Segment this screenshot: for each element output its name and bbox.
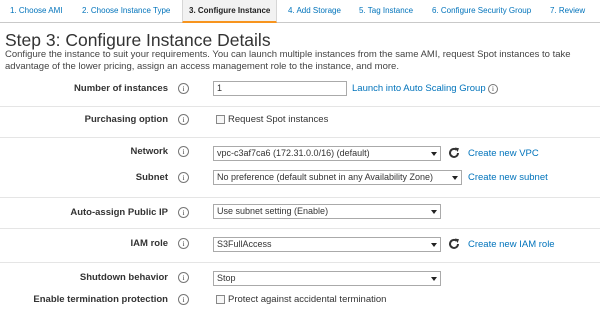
termination-protection-label: Enable termination protection xyxy=(33,294,168,305)
chevron-down-icon xyxy=(431,152,437,156)
purchasing-option-info-icon[interactable]: i xyxy=(178,114,189,125)
launch-auto-scaling-link[interactable]: Launch into Auto Scaling Group xyxy=(352,83,486,94)
subnet-info-icon[interactable]: i xyxy=(178,172,189,183)
tab-add-storage[interactable]: 4. Add Storage xyxy=(288,0,341,23)
row-divider xyxy=(0,106,600,107)
iam-role-select-value: S3FullAccess xyxy=(217,239,272,249)
network-label: Network xyxy=(130,146,168,157)
subnet-label: Subnet xyxy=(135,172,168,183)
tab-configure-instance[interactable]: 3. Configure Instance xyxy=(182,0,278,23)
termination-protection-checkbox[interactable] xyxy=(216,295,225,304)
row-divider xyxy=(0,228,600,229)
wizard-tabs: 1. Choose AMI 2. Choose Instance Type 3.… xyxy=(0,0,600,23)
shutdown-select-value: Stop xyxy=(217,273,236,283)
auto-scaling-info-icon[interactable]: i xyxy=(488,84,498,94)
tab-tag-instance[interactable]: 5. Tag Instance xyxy=(359,0,413,23)
purchasing-option-label: Purchasing option xyxy=(84,114,168,125)
public-ip-select[interactable]: Use subnet setting (Enable) xyxy=(213,204,441,219)
tab-configure-security-group[interactable]: 6. Configure Security Group xyxy=(432,0,531,23)
create-new-vpc-link[interactable]: Create new VPC xyxy=(468,148,539,159)
chevron-down-icon xyxy=(431,210,437,214)
subnet-select-value: No preference (default subnet in any Ava… xyxy=(217,172,433,182)
row-divider xyxy=(0,197,600,198)
row-divider xyxy=(0,137,600,138)
chevron-down-icon xyxy=(431,277,437,281)
network-select-value: vpc-c3af7ca6 (172.31.0.0/16) (default) xyxy=(217,148,370,158)
network-select[interactable]: vpc-c3af7ca6 (172.31.0.0/16) (default) xyxy=(213,146,441,161)
network-info-icon[interactable]: i xyxy=(178,146,189,157)
iam-role-info-icon[interactable]: i xyxy=(178,238,189,249)
termination-protection-checkbox-label: Protect against accidental termination xyxy=(228,294,387,305)
row-divider xyxy=(0,262,600,263)
chevron-down-icon xyxy=(452,176,458,180)
subnet-select[interactable]: No preference (default subnet in any Ava… xyxy=(213,170,462,185)
page-description: Configure the instance to suit your requ… xyxy=(5,49,571,72)
shutdown-behavior-label: Shutdown behavior xyxy=(79,272,168,283)
auto-assign-public-ip-label: Auto-assign Public IP xyxy=(70,207,168,218)
iam-role-label: IAM role xyxy=(130,238,168,249)
page-title: Step 3: Configure Instance Details xyxy=(5,30,271,50)
tab-choose-ami[interactable]: 1. Choose AMI xyxy=(10,0,62,23)
tab-choose-instance-type[interactable]: 2. Choose Instance Type xyxy=(82,0,170,23)
public-ip-select-value: Use subnet setting (Enable) xyxy=(217,206,329,216)
tab-review[interactable]: 7. Review xyxy=(550,0,585,23)
create-new-iam-role-link[interactable]: Create new IAM role xyxy=(468,239,555,250)
number-of-instances-label: Number of instances xyxy=(74,83,168,94)
request-spot-checkbox[interactable] xyxy=(216,115,225,124)
chevron-down-icon xyxy=(431,243,437,247)
number-of-instances-info-icon[interactable]: i xyxy=(178,83,189,94)
number-of-instances-input[interactable]: 1 xyxy=(213,81,347,96)
refresh-icon[interactable] xyxy=(447,237,461,251)
shutdown-behavior-select[interactable]: Stop xyxy=(213,271,441,286)
iam-role-select[interactable]: S3FullAccess xyxy=(213,237,441,252)
request-spot-label: Request Spot instances xyxy=(228,114,329,125)
shutdown-info-icon[interactable]: i xyxy=(178,272,189,283)
termination-info-icon[interactable]: i xyxy=(178,294,189,305)
public-ip-info-icon[interactable]: i xyxy=(178,207,189,218)
create-new-subnet-link[interactable]: Create new subnet xyxy=(468,172,548,183)
refresh-icon[interactable] xyxy=(447,146,461,160)
